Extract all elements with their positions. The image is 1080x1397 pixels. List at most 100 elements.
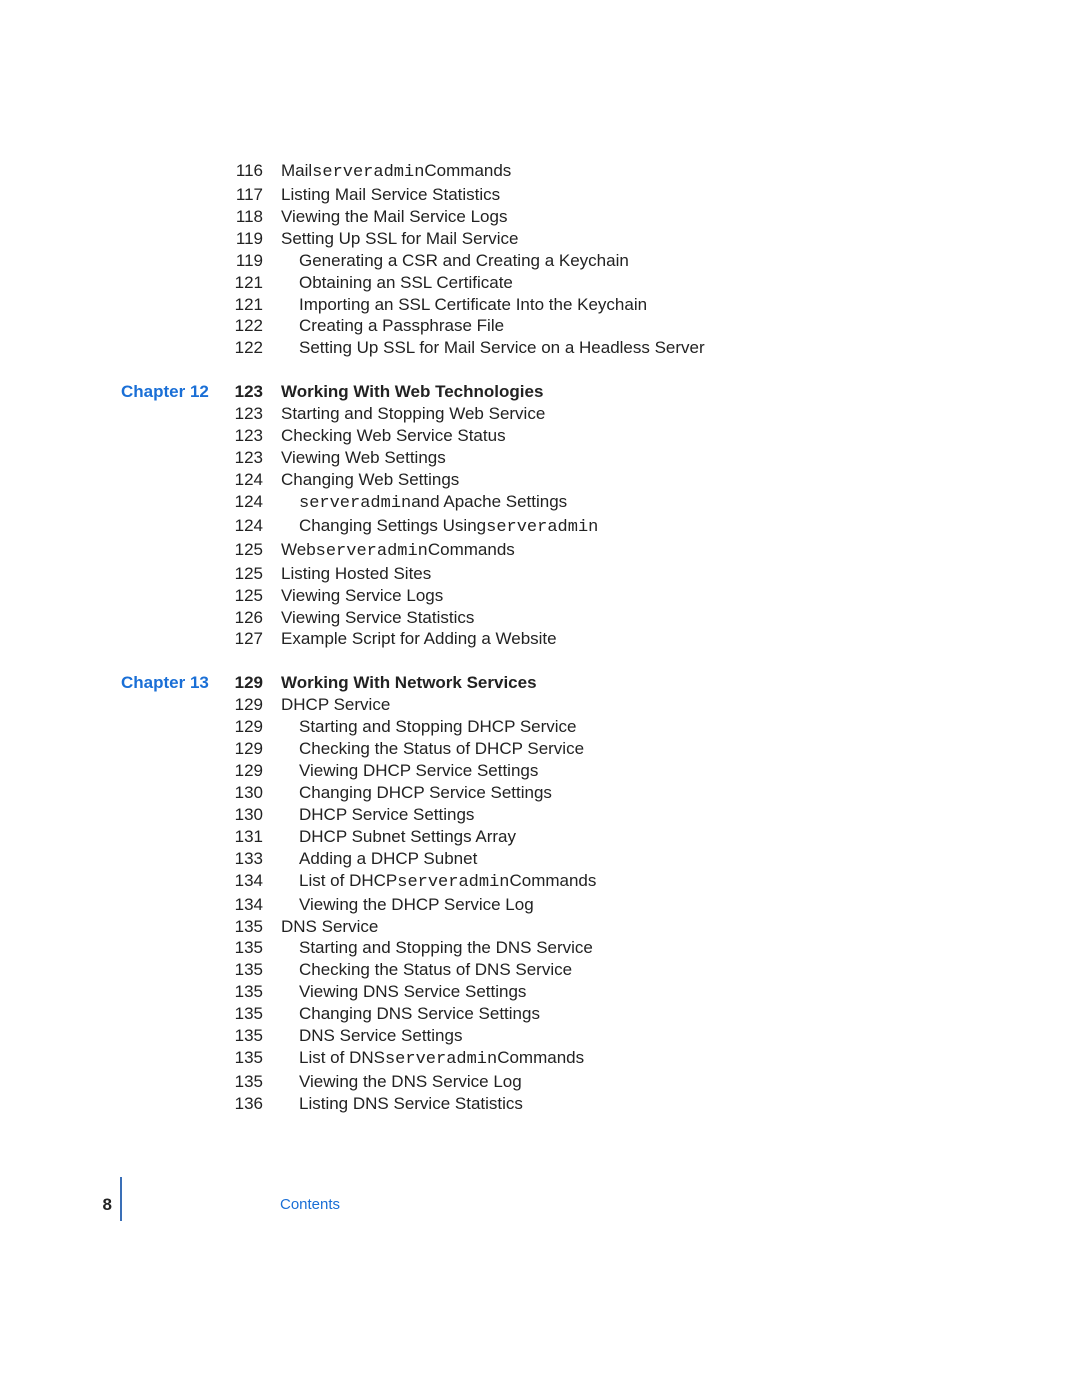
toc-entry[interactable]: 119Generating a CSR and Creating a Keych… [0,250,1080,272]
toc-page-number: 119 [218,250,263,272]
toc-title: Listing DNS Service Statistics [281,1093,523,1115]
toc-entry[interactable]: 130Changing DHCP Service Settings [0,782,1080,804]
toc-title: DHCP Service [281,694,390,716]
toc-entry[interactable]: 129Checking the Status of DHCP Service [0,738,1080,760]
toc-page-number: 135 [218,959,263,981]
text-span: DNS Service [281,916,378,938]
toc-page-number: 125 [218,585,263,607]
toc-page-number: 135 [218,1071,263,1093]
code-span: serveradmin [397,872,509,894]
toc-chapter-label [0,782,218,804]
toc-entry[interactable]: 125Web serveradmin Commands [0,539,1080,563]
toc-entry[interactable]: 119Setting Up SSL for Mail Service [0,228,1080,250]
toc-chapter-label [0,959,218,981]
toc-title: Viewing DHCP Service Settings [281,760,538,782]
toc-page-number: 124 [218,515,263,539]
toc-chapter-label [0,1093,218,1115]
text-span: Starting and Stopping the DNS Service [299,937,593,959]
toc-title: Setting Up SSL for Mail Service [281,228,518,250]
toc-entry[interactable]: 135Starting and Stopping the DNS Service [0,937,1080,959]
toc-title: Listing Hosted Sites [281,563,431,585]
toc-entry[interactable]: 127Example Script for Adding a Website [0,628,1080,650]
toc-entry[interactable]: 134Viewing the DHCP Service Log [0,894,1080,916]
footer-section-label: Contents [280,1195,340,1214]
toc-chapter-label [0,738,218,760]
toc-page-number: 130 [218,782,263,804]
toc-entry[interactable]: 125Listing Hosted Sites [0,563,1080,585]
toc-page-number: 129 [218,760,263,782]
toc-entry[interactable]: 129 Viewing DHCP Service Settings [0,760,1080,782]
toc-page-number: 135 [218,1047,263,1071]
toc-entry[interactable]: 116 Mail serveradmin Commands [0,160,1080,184]
toc-entry[interactable]: 122Setting Up SSL for Mail Service on a … [0,337,1080,359]
toc-page-number: 135 [218,916,263,938]
toc-entry[interactable]: 125Viewing Service Logs [0,585,1080,607]
text-span: Viewing the DHCP Service Log [299,894,534,916]
text-span: Changing Web Settings [281,469,459,491]
toc-title: Changing DNS Service Settings [281,1003,540,1025]
toc-entry[interactable]: 130DHCP Service Settings [0,804,1080,826]
toc-chapter-label [0,760,218,782]
toc-chapter-label [0,826,218,848]
toc-title: Creating a Passphrase File [281,315,504,337]
toc-chapter-label [0,228,218,250]
toc-title: Setting Up SSL for Mail Service on a Hea… [281,337,705,359]
toc-entry[interactable]: Chapter 12123Working With Web Technologi… [0,381,1080,403]
toc-entry[interactable]: 122 Creating a Passphrase File [0,315,1080,337]
toc-entry[interactable]: 135Viewing DNS Service Settings [0,981,1080,1003]
toc-entry[interactable]: 129Starting and Stopping DHCP Service [0,716,1080,738]
toc-entry[interactable]: 117Listing Mail Service Statistics [0,184,1080,206]
toc-title: List of DNS serveradmin Commands [281,1047,584,1071]
toc-chapter-label [0,1071,218,1093]
toc-entry[interactable]: 121Importing an SSL Certificate Into the… [0,294,1080,316]
text-span: DHCP Service [281,694,390,716]
toc-page-number: 123 [218,447,263,469]
toc-entry[interactable]: 135DNS Service Settings [0,1025,1080,1047]
toc-chapter-label [0,491,218,515]
text-span: Commands [424,160,511,182]
toc-entry[interactable]: 123Checking Web Service Status [0,425,1080,447]
toc-entry[interactable]: 129DHCP Service [0,694,1080,716]
toc-entry[interactable]: 121Obtaining an SSL Certificate [0,272,1080,294]
toc-chapter-label [0,1025,218,1047]
toc-title: Working With Network Services [281,672,537,694]
toc-page-number: 121 [218,294,263,316]
toc-title: Mail serveradmin Commands [281,160,511,184]
toc-entry[interactable]: 131DHCP Subnet Settings Array [0,826,1080,848]
toc-page-number: 134 [218,870,263,894]
toc-chapter-label [0,425,218,447]
text-span: DHCP Service Settings [299,804,474,826]
code-span: serveradmin [385,1049,497,1071]
toc-entry[interactable]: 118Viewing the Mail Service Logs [0,206,1080,228]
toc-entry[interactable]: 135 List of DNS serveradmin Commands [0,1047,1080,1071]
toc-entry[interactable]: 135 DNS Service [0,916,1080,938]
toc-entry[interactable]: 123Viewing Web Settings [0,447,1080,469]
toc-entry[interactable]: 126Viewing Service Statistics [0,607,1080,629]
toc-entry[interactable]: 135Viewing the DNS Service Log [0,1071,1080,1093]
toc-entry[interactable]: 135Changing DNS Service Settings [0,1003,1080,1025]
toc-title: Obtaining an SSL Certificate [281,272,513,294]
toc-page-number: 116 [218,160,263,184]
text-span: Setting Up SSL for Mail Service on a Hea… [299,337,705,359]
toc-entries: 116 Mail serveradmin Commands117Listing M… [0,160,1080,1115]
section-break [0,359,1080,381]
toc-title: Changing Web Settings [281,469,459,491]
toc-entry[interactable]: 136Listing DNS Service Statistics [0,1093,1080,1115]
toc-entry[interactable]: 123Starting and Stopping Web Service [0,403,1080,425]
text-span: Starting and Stopping DHCP Service [299,716,577,738]
text-span: Listing Hosted Sites [281,563,431,585]
text-span: Commands [428,539,515,561]
toc-entry[interactable]: 135Checking the Status of DNS Service [0,959,1080,981]
toc-entry[interactable]: 124Changing Web Settings [0,469,1080,491]
toc-page-number: 122 [218,315,263,337]
toc-entry[interactable]: 134List of DHCP serveradmin Commands [0,870,1080,894]
toc-page-number: 127 [218,628,263,650]
text-span: Starting and Stopping Web Service [281,403,545,425]
toc-entry[interactable]: 133Adding a DHCP Subnet [0,848,1080,870]
toc-entry[interactable]: 124Changing Settings Using serveradmin [0,515,1080,539]
text-span: DNS Service Settings [299,1025,462,1047]
toc-entry[interactable]: 124serveradmin and Apache Settings [0,491,1080,515]
text-span: List of DNS [299,1047,385,1069]
toc-chapter-label [0,628,218,650]
toc-entry[interactable]: Chapter 13129Working With Network Servic… [0,672,1080,694]
